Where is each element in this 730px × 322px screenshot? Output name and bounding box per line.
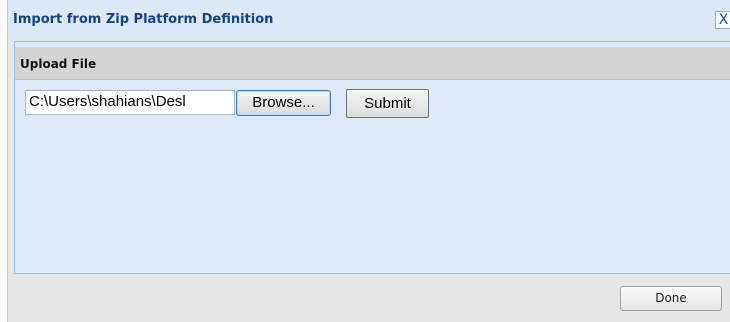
dialog-titlebar: Import from Zip Platform Definition X bbox=[8, 0, 730, 38]
browse-button[interactable]: Browse... bbox=[236, 90, 331, 116]
close-icon[interactable]: X bbox=[715, 11, 730, 29]
upload-section-header: Upload File bbox=[15, 47, 730, 80]
upload-section-title: Upload File bbox=[20, 57, 97, 71]
submit-button[interactable]: Submit bbox=[346, 89, 429, 118]
dialog-title: Import from Zip Platform Definition bbox=[13, 12, 274, 27]
dialog-body: Upload File C:\Users\shahians\Desl Brows… bbox=[14, 41, 730, 274]
file-path-input[interactable]: C:\Users\shahians\Desl bbox=[25, 90, 235, 115]
done-button[interactable]: Done bbox=[620, 286, 722, 311]
import-dialog: Import from Zip Platform Definition X Up… bbox=[7, 0, 730, 322]
